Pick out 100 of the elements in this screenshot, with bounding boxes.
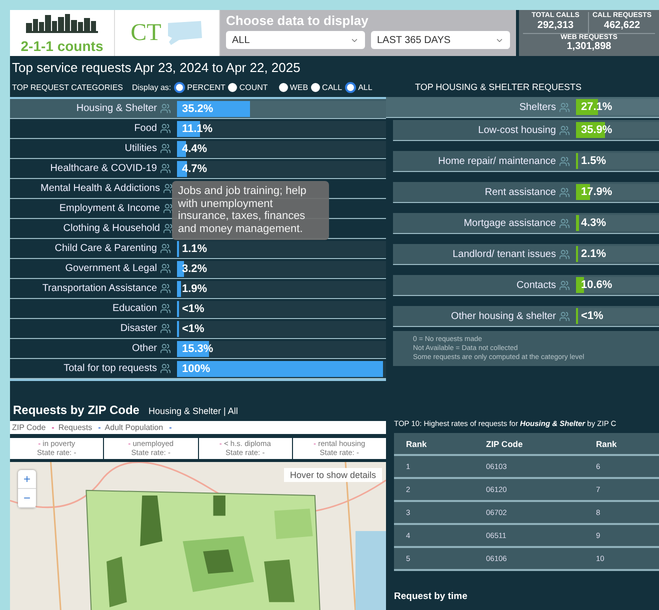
category-label: Shelters bbox=[519, 102, 556, 112]
field-value: - bbox=[52, 423, 54, 432]
category-label: Mortgage assistance bbox=[464, 218, 556, 228]
category-label: Government & Legal bbox=[64, 263, 157, 274]
field-value: - bbox=[169, 423, 172, 432]
zoom-out-button[interactable]: − bbox=[18, 488, 36, 508]
people-icon bbox=[160, 143, 171, 154]
section-heading: TOP REQUEST CATEGORIES bbox=[12, 82, 123, 92]
map-hint: Hover to show details bbox=[284, 468, 382, 482]
category-row[interactable]: Landlord/ tenant issues 2.1% bbox=[393, 244, 659, 265]
people-icon bbox=[160, 283, 171, 294]
field-label: Adult Population bbox=[104, 423, 164, 432]
state-map-icon bbox=[167, 20, 204, 46]
column-header: ZIP Code bbox=[486, 438, 524, 448]
stat-value: 1,301,898 bbox=[566, 41, 612, 52]
column-header: Rank bbox=[406, 438, 428, 448]
bar-value: 4.3% bbox=[580, 217, 606, 229]
tooltip: Jobs and job training; help with unemployment insurance, taxes, finances and money management. bbox=[172, 181, 329, 240]
bar-value: <1% bbox=[580, 310, 604, 322]
bar-value: <1% bbox=[181, 322, 204, 334]
category-label: Mental Health & Addictions bbox=[39, 183, 160, 194]
bar-value: 1.5% bbox=[580, 155, 606, 167]
people-icon bbox=[160, 263, 171, 274]
bar-value: 1.1% bbox=[181, 242, 208, 254]
category-label: Other housing & shelter bbox=[450, 310, 556, 322]
category-row[interactable]: Disaster <1% bbox=[10, 319, 386, 339]
people-icon bbox=[559, 156, 570, 166]
people-icon bbox=[160, 303, 171, 314]
bar-value: <1% bbox=[181, 302, 204, 314]
bar-value: 1.9% bbox=[181, 282, 208, 294]
radio-button[interactable] bbox=[174, 82, 186, 92]
stat-value: 292,313 bbox=[537, 20, 574, 31]
category-row[interactable]: Rent assistance 17.9% bbox=[393, 182, 659, 203]
section-subtitle: Housing & Shelter | All bbox=[148, 406, 238, 416]
people-icon bbox=[559, 310, 570, 322]
radio-option[interactable]: ALL bbox=[345, 82, 372, 92]
section-title: Request by time bbox=[394, 591, 468, 602]
people-icon bbox=[160, 363, 171, 374]
bar-value: 100% bbox=[181, 362, 210, 374]
radio-button[interactable] bbox=[345, 82, 356, 92]
field-label: ZIP Code bbox=[12, 423, 46, 432]
people-icon bbox=[559, 186, 570, 198]
section-title: Requests by ZIP Code bbox=[13, 403, 140, 417]
people-icon bbox=[559, 102, 570, 112]
dropdown[interactable]: LAST 365 DAYS bbox=[371, 31, 510, 49]
stat-value: 462,622 bbox=[604, 20, 640, 31]
column-header: Rank bbox=[596, 438, 618, 448]
category-row[interactable]: Child Care & Parenting 1.1% bbox=[10, 239, 386, 259]
people-icon bbox=[163, 183, 174, 194]
category-row[interactable]: Transportation Assistance 1.9% bbox=[10, 279, 386, 299]
people-icon bbox=[160, 103, 171, 114]
dropdown[interactable]: ALL bbox=[226, 31, 365, 49]
field-value: - bbox=[98, 423, 101, 432]
category-label: Food bbox=[133, 123, 157, 134]
people-icon bbox=[559, 218, 570, 228]
category-row[interactable]: Contacts 10.6% bbox=[393, 275, 659, 296]
category-row[interactable]: Mortgage assistance 4.3% bbox=[393, 213, 659, 234]
category-label: Home repair/ maintenance bbox=[438, 156, 556, 166]
category-label: Other bbox=[130, 343, 157, 354]
zoom-in-button[interactable]: + bbox=[18, 470, 36, 489]
category-label: Contacts bbox=[516, 280, 556, 290]
field-label: Requests bbox=[58, 423, 92, 432]
bar-value: 17.9% bbox=[580, 186, 612, 198]
people-icon bbox=[163, 203, 174, 214]
radio-option[interactable]: WEB bbox=[278, 82, 308, 92]
bar-value: 10.6% bbox=[580, 279, 612, 291]
category-label: Landlord/ tenant issues bbox=[452, 248, 556, 260]
category-label: Child Care & Parenting bbox=[54, 243, 157, 254]
radio-option[interactable]: COUNT bbox=[228, 82, 268, 92]
section-heading: TOP HOUSING & SHELTER REQUESTS bbox=[414, 81, 583, 94]
category-row[interactable]: Shelters 27.1% bbox=[383, 97, 659, 118]
category-label: Education bbox=[112, 303, 157, 314]
category-row[interactable]: Other housing & shelter <1% bbox=[393, 306, 659, 327]
people-icon bbox=[559, 124, 570, 136]
people-icon bbox=[559, 280, 570, 290]
category-label: Clothing & Household bbox=[62, 223, 160, 234]
radio-option[interactable]: PERCENT bbox=[174, 82, 226, 92]
category-row[interactable]: Low-cost housing 35.9% bbox=[393, 120, 659, 141]
people-icon bbox=[160, 323, 171, 334]
bar-value: 35.2% bbox=[181, 102, 214, 114]
category-row[interactable]: Housing & Shelter 35.2% bbox=[10, 99, 386, 119]
people-icon bbox=[559, 248, 570, 260]
category-label: Disaster bbox=[119, 323, 157, 334]
category-label: Utilities bbox=[124, 143, 157, 154]
people-icon bbox=[160, 123, 171, 134]
category-label: Healthcare & COVID-19 bbox=[49, 163, 157, 174]
logo-text: 2-1-1 counts bbox=[20, 39, 104, 53]
state-code: CT bbox=[130, 20, 162, 46]
category-row[interactable]: Total for top requests 100% bbox=[10, 359, 386, 379]
category-label: Low-cost housing bbox=[478, 124, 556, 136]
category-label: Transportation Assistance bbox=[41, 283, 157, 294]
category-label: Employment & Income bbox=[58, 203, 160, 214]
bar-value: 27.1% bbox=[580, 101, 612, 113]
chooser-title: Choose data to display bbox=[226, 13, 370, 28]
category-row[interactable]: Education <1% bbox=[10, 299, 386, 319]
people-icon bbox=[160, 163, 171, 174]
category-row[interactable]: Home repair/ maintenance 1.5% bbox=[393, 151, 659, 172]
category-label: Housing & Shelter bbox=[75, 103, 157, 114]
radio-option[interactable]: CALL bbox=[311, 82, 342, 92]
category-label: Total for top requests bbox=[62, 363, 157, 374]
